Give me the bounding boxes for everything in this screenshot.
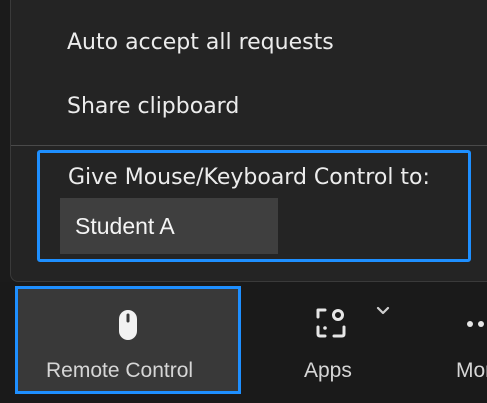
- apps-button[interactable]: Apps: [290, 282, 390, 403]
- remote-control-button[interactable]: Remote Control: [15, 286, 241, 394]
- mouse-icon: [119, 310, 137, 340]
- give-control-section: Give Mouse/Keyboard Control to: Student …: [37, 150, 471, 262]
- remote-control-label: Remote Control: [46, 359, 194, 382]
- apps-icon: [316, 308, 346, 338]
- apps-label: Apps: [304, 359, 352, 382]
- participant-select[interactable]: Student A: [60, 198, 278, 254]
- more-label: More: [456, 359, 487, 382]
- more-button[interactable]: More: [440, 282, 487, 403]
- menu-divider: [11, 145, 487, 146]
- give-control-label: Give Mouse/Keyboard Control to:: [68, 165, 430, 190]
- share-clipboard-menu-item[interactable]: Share clipboard: [67, 94, 239, 119]
- more-dots-icon: [467, 321, 484, 327]
- auto-accept-menu-item[interactable]: Auto accept all requests: [67, 30, 334, 55]
- remote-control-menu: Auto accept all requests Share clipboard…: [10, 0, 487, 282]
- chevron-down-icon[interactable]: [376, 306, 390, 316]
- screen: Auto accept all requests Share clipboard…: [0, 0, 487, 403]
- meeting-toolbar: Remote Control Apps More: [0, 282, 487, 403]
